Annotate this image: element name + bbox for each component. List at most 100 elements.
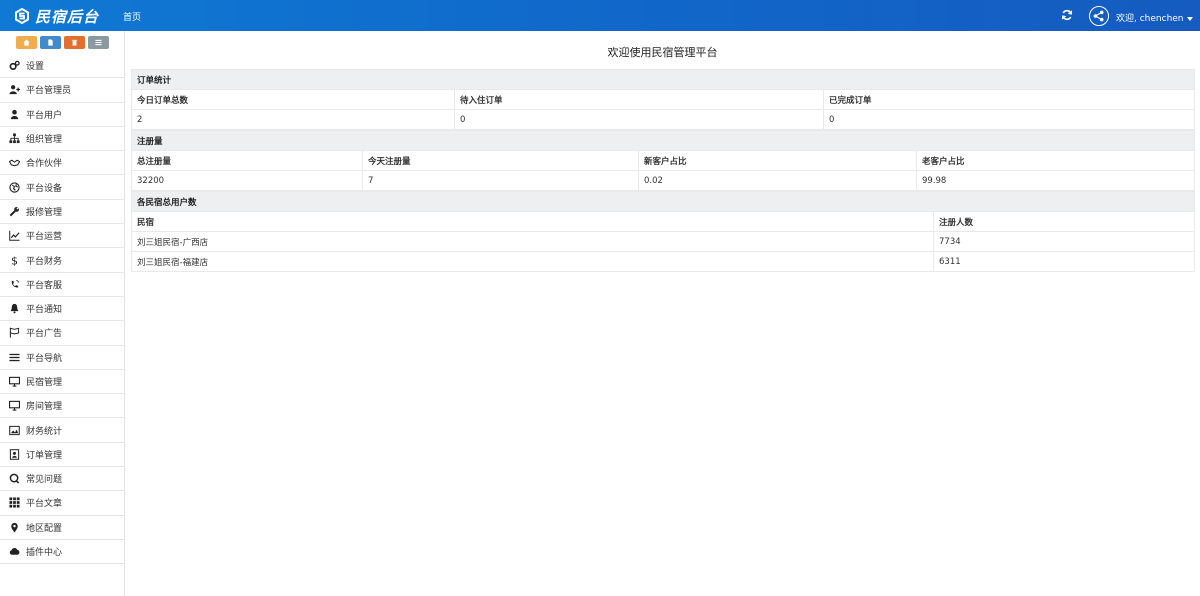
column-header: 今日订单总数 <box>131 89 455 110</box>
section-header-row: 各民宿总用户数 <box>130 191 1196 212</box>
cloud-icon <box>8 546 20 558</box>
orders-table: 订单统计 今日订单总数 待入住订单 已完成订单 2 0 0 <box>130 69 1196 130</box>
list-icon <box>95 39 102 46</box>
table-header-row: 总注册量 今天注册量 新客户占比 老客户占比 <box>131 150 1196 171</box>
sidebar-item-label: 合作伙伴 <box>26 159 63 170</box>
user-menu[interactable]: 欢迎, chenchen <box>1116 11 1193 24</box>
sidebar-item-customer-service[interactable]: 平台客服 <box>0 273 125 297</box>
table-row: 刘三姐民宿-福建店 6311 <box>131 251 1196 272</box>
phone-icon <box>8 278 20 290</box>
dollar-icon: $ <box>8 254 20 266</box>
nav-home-link[interactable]: 首页 <box>123 10 141 23</box>
sidebar-item-faq[interactable]: 常见问题 <box>0 467 125 492</box>
table-cell: 7 <box>362 170 639 191</box>
bars-icon <box>8 351 20 363</box>
sidebar-item-devices[interactable]: 平台设备 <box>0 175 125 200</box>
sidebar-item-label: 民宿管理 <box>26 378 63 388</box>
table-cell: 99.98 <box>915 170 1196 191</box>
section-title-registration: 注册量 <box>130 130 1196 151</box>
column-header: 新客户占比 <box>638 150 917 171</box>
monitor-icon <box>8 376 20 388</box>
section-header-row: 注册量 <box>130 130 1196 151</box>
sidebar-menu: 设置 平台管理员 平台用户 组织管理 合作伙伴 平台设备 报修管理 平台运营 $… <box>0 54 125 565</box>
column-header: 注册人数 <box>932 211 1196 232</box>
sidebar-item-label: 平台用户 <box>26 110 63 121</box>
registration-table: 注册量 总注册量 今天注册量 新客户占比 老客户占比 32200 7 0.02 … <box>130 130 1196 191</box>
table-header-row: 民宿 注册人数 <box>131 211 1196 232</box>
sidebar-item-label: 设置 <box>26 62 45 73</box>
sidebar-item-label: 常见问题 <box>26 475 63 486</box>
sidebar-item-notifications[interactable]: 平台通知 <box>0 297 125 322</box>
column-header: 今天注册量 <box>362 150 639 171</box>
sidebar-item-plugins[interactable]: 插件中心 <box>0 540 125 565</box>
table-cell: 6311 <box>932 251 1196 272</box>
globe-icon <box>8 181 20 193</box>
sidebar-item-finance-stats[interactable]: 财务统计 <box>0 418 125 443</box>
user-avatar-icon[interactable] <box>1089 6 1109 26</box>
file-icon <box>48 39 53 46</box>
sidebar-item-organization[interactable]: 组织管理 <box>0 127 125 152</box>
quick-home-button[interactable] <box>16 36 37 49</box>
quick-list-button[interactable] <box>88 36 109 49</box>
sidebar-item-orders[interactable]: 订单管理 <box>0 443 125 468</box>
sidebar-item-label: 插件中心 <box>26 548 63 559</box>
quick-trash-button[interactable] <box>64 36 85 49</box>
sidebar-item-label: 房间管理 <box>26 402 63 413</box>
monitor-icon <box>8 400 20 412</box>
sidebar-item-homestays[interactable]: 民宿管理 <box>0 370 125 395</box>
sidebar-item-operations[interactable]: 平台运营 <box>0 224 125 249</box>
section-title-orders: 订单统计 <box>130 69 1196 90</box>
wrench-icon <box>8 205 20 217</box>
brand-title: 民宿后台 <box>35 7 100 26</box>
picture-icon <box>8 424 20 436</box>
sidebar-item-label: 平台管理员 <box>26 86 72 97</box>
section-title-homestay-users: 各民宿总用户数 <box>130 191 1196 212</box>
page-title: 欢迎使用民宿管理平台 <box>607 46 718 59</box>
flag-icon <box>8 327 20 339</box>
quick-file-button[interactable] <box>40 36 61 49</box>
brand[interactable]: 民宿后台 <box>14 6 99 26</box>
table-row: 32200 7 0.02 99.98 <box>131 170 1196 191</box>
sidebar-item-ads[interactable]: 平台广告 <box>0 321 125 346</box>
sidebar-item-label: 平台广告 <box>26 329 63 340</box>
top-bar: 民宿后台 首页 欢迎, chenchen <box>0 0 1200 31</box>
column-header: 民宿 <box>131 211 934 232</box>
logo-icon <box>15 8 29 24</box>
table-cell: 刘三姐民宿-福建店 <box>131 251 934 272</box>
sidebar-item-label: 地区配置 <box>26 523 63 534</box>
handshake-icon <box>8 157 20 169</box>
user-icon <box>8 108 20 120</box>
sidebar-item-rooms[interactable]: 房间管理 <box>0 394 125 419</box>
sidebar-item-label: 平台文章 <box>26 499 63 510</box>
sidebar-item-label: 平台设备 <box>26 183 63 194</box>
home-icon <box>23 39 30 46</box>
sidebar-item-navigation[interactable]: 平台导航 <box>0 346 125 370</box>
sidebar-item-settings[interactable]: 设置 <box>0 54 125 79</box>
gears-icon <box>8 60 20 72</box>
question-icon <box>8 473 20 485</box>
table-cell: 0 <box>454 109 824 130</box>
table-row: 刘三姐民宿-广西店 7734 <box>131 231 1196 252</box>
column-header: 总注册量 <box>131 150 363 171</box>
sidebar-item-label: 平台财务 <box>26 256 63 267</box>
sidebar-item-partners[interactable]: 合作伙伴 <box>0 151 125 176</box>
sidebar-item-platform-admins[interactable]: 平台管理员 <box>0 78 125 103</box>
sidebar-item-label: 平台导航 <box>26 353 63 364</box>
sidebar: 设置 平台管理员 平台用户 组织管理 合作伙伴 平台设备 报修管理 平台运营 $… <box>0 31 125 596</box>
sidebar-item-platform-users[interactable]: 平台用户 <box>0 103 125 127</box>
sitemap-icon <box>8 133 20 145</box>
refresh-icon[interactable] <box>1061 9 1073 21</box>
sidebar-item-label: 平台通知 <box>26 305 63 316</box>
sidebar-item-label: 平台客服 <box>26 280 63 291</box>
sidebar-item-label: 平台运营 <box>26 232 63 243</box>
table-cell: 2 <box>131 109 455 130</box>
quick-actions <box>16 36 109 49</box>
section-header-row: 订单统计 <box>130 69 1196 90</box>
sidebar-item-finance[interactable]: $ 平台财务 <box>0 248 125 273</box>
table-header-row: 今日订单总数 待入住订单 已完成订单 <box>131 89 1196 110</box>
table-cell: 0 <box>822 109 1196 130</box>
map-marker-icon <box>8 521 20 533</box>
sidebar-item-repairs[interactable]: 报修管理 <box>0 200 125 225</box>
sidebar-item-regions[interactable]: 地区配置 <box>0 516 125 540</box>
sidebar-item-articles[interactable]: 平台文章 <box>0 491 125 516</box>
